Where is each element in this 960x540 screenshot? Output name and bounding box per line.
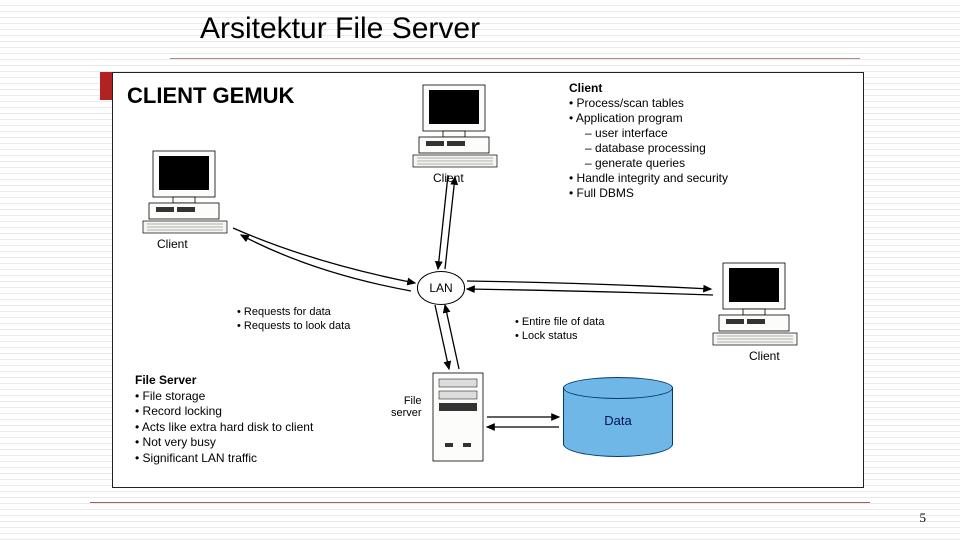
diagram-panel: CLIENT GEMUK	[112, 72, 864, 488]
fileserver-desc-item: File storage	[135, 389, 395, 405]
client-top-label: Client	[433, 171, 464, 185]
fileserver-description: File Server File storage Record locking …	[135, 373, 395, 467]
client-desc-heading: Client	[569, 81, 849, 96]
fileserver-desc-item: Acts like extra hard disk to client	[135, 420, 395, 436]
requests-item: Requests for data	[237, 305, 350, 319]
client-desc-subitem: user interface	[585, 126, 849, 141]
responses-item: Lock status	[515, 329, 604, 343]
fileserver-desc-heading: File Server	[135, 373, 395, 389]
client-left-icon	[143, 151, 227, 233]
data-cylinder-label: Data	[563, 413, 673, 428]
fileserver-desc-item: Record locking	[135, 404, 395, 420]
client-top-icon	[413, 85, 497, 167]
file-server-icon	[433, 373, 483, 461]
client-description: Client Process/scan tables Application p…	[569, 81, 849, 201]
client-desc-item: Application program	[569, 111, 849, 126]
footer-rule	[90, 502, 870, 503]
requests-up-list: Requests for data Requests to look data	[237, 305, 350, 334]
file-server-node-label: File server	[391, 395, 422, 419]
page-number: 5	[920, 510, 927, 526]
lan-label: LAN	[429, 281, 452, 295]
client-desc-item: Handle integrity and security	[569, 171, 849, 186]
fileserver-desc-item: Not very busy	[135, 435, 395, 451]
client-left-label: Client	[157, 237, 188, 251]
title-underline	[170, 58, 860, 59]
fileserver-desc-item: Significant LAN traffic	[135, 451, 395, 467]
slide-title: Arsitektur File Server	[200, 12, 480, 46]
client-right-icon	[713, 263, 797, 345]
client-desc-subitem: generate queries	[585, 156, 849, 171]
client-desc-item: Process/scan tables	[569, 96, 849, 111]
client-right-label: Client	[749, 349, 780, 363]
client-desc-item: Full DBMS	[569, 186, 849, 201]
responses-down-list: Entire file of data Lock status	[515, 315, 604, 344]
responses-item: Entire file of data	[515, 315, 604, 329]
client-desc-subitem: database processing	[585, 141, 849, 156]
requests-item: Requests to look data	[237, 319, 350, 333]
lan-node: LAN	[417, 271, 465, 305]
